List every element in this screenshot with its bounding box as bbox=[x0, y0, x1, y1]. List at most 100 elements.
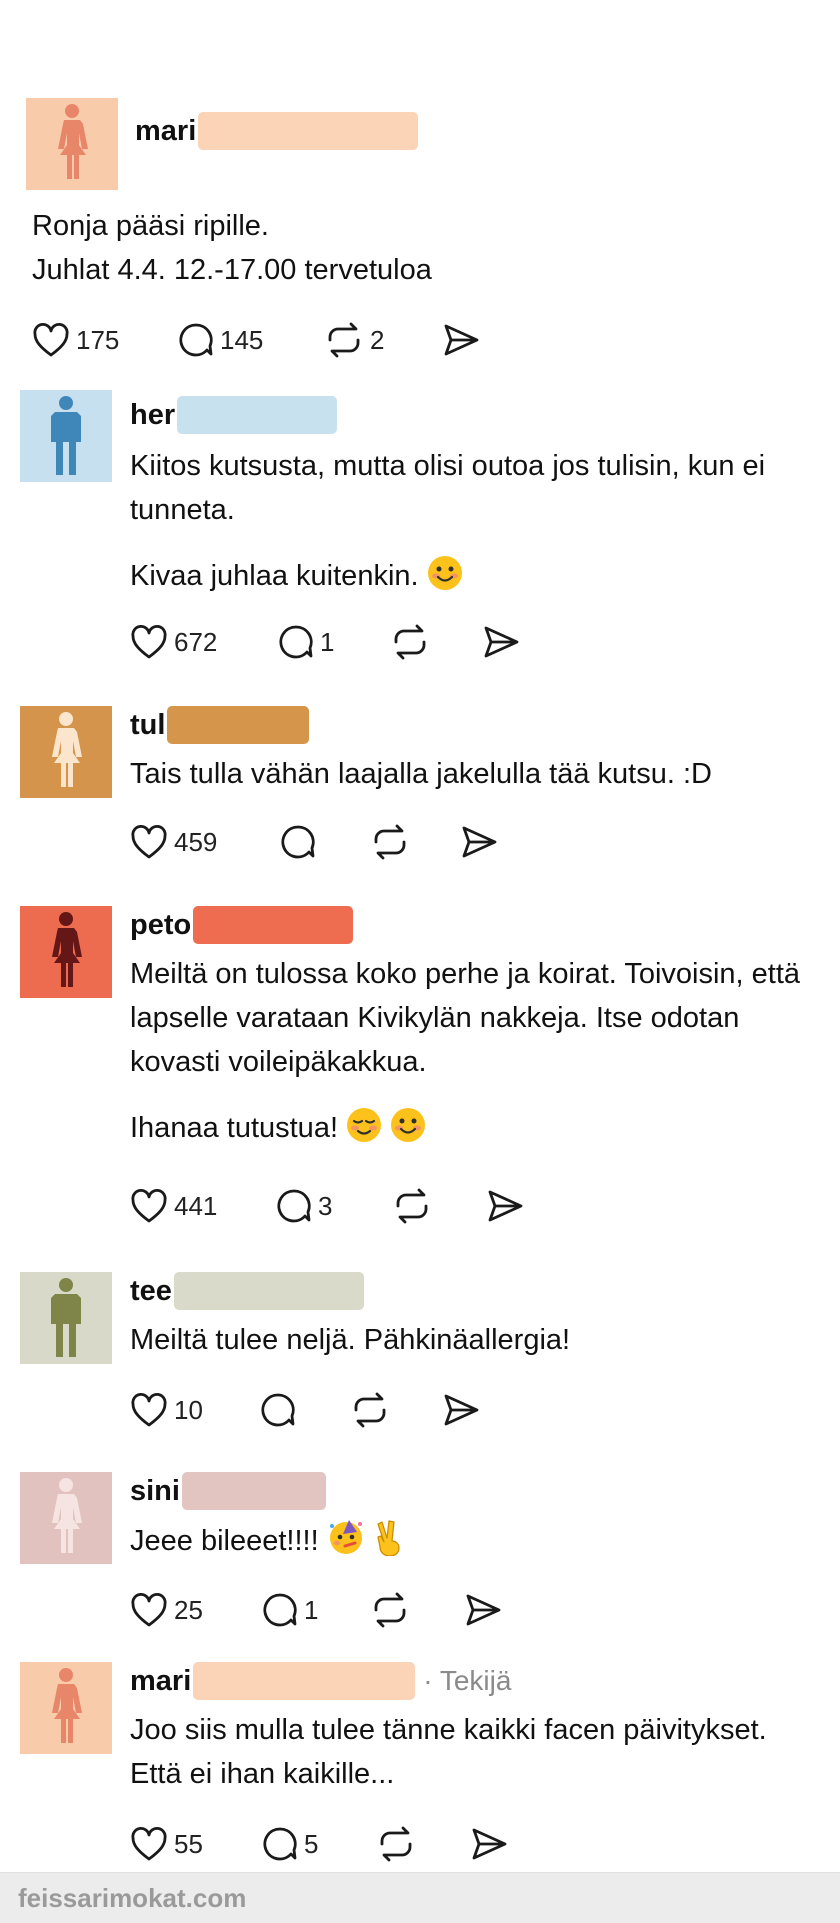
reply-actions: 10 bbox=[130, 1388, 550, 1432]
reply: peto Meiltä on tulossa koko perhe ja koi… bbox=[0, 900, 840, 1240]
heart-icon bbox=[131, 1392, 167, 1427]
repost-count: 2 bbox=[370, 324, 385, 355]
comment-icon bbox=[279, 625, 313, 659]
repost-button[interactable] bbox=[390, 620, 430, 664]
repost-button[interactable] bbox=[392, 1184, 432, 1228]
share-button[interactable] bbox=[442, 1388, 480, 1432]
man-figure-icon bbox=[51, 1278, 81, 1357]
watermark: feissarimokat.com bbox=[18, 1883, 247, 1913]
share-button[interactable] bbox=[442, 318, 480, 362]
send-icon bbox=[444, 1394, 479, 1426]
comment-count: 1 bbox=[320, 626, 335, 657]
avatar[interactable] bbox=[26, 98, 118, 190]
share-button[interactable] bbox=[486, 1184, 524, 1228]
heart-icon bbox=[131, 1592, 167, 1627]
smiling-face-icon bbox=[391, 1108, 426, 1142]
comment-button[interactable] bbox=[260, 1388, 296, 1432]
username[interactable]: peto bbox=[130, 906, 354, 944]
username[interactable]: her bbox=[130, 396, 338, 434]
username[interactable]: mari bbox=[135, 112, 419, 150]
author-tag: · Tekijä bbox=[423, 1665, 512, 1696]
like-button[interactable]: 441 bbox=[130, 1184, 217, 1228]
share-button[interactable] bbox=[470, 1822, 508, 1866]
username[interactable]: sini bbox=[130, 1472, 326, 1510]
username-redaction bbox=[173, 1272, 364, 1310]
like-count: 175 bbox=[76, 324, 120, 355]
man-figure-icon bbox=[51, 396, 81, 475]
username[interactable]: mari · Tekijä bbox=[130, 1662, 511, 1700]
reply: tee Meiltä tulee neljä. Pähkinäallergia!… bbox=[0, 1266, 840, 1446]
comment-button[interactable]: 1 bbox=[262, 1588, 318, 1632]
comment-icon bbox=[281, 825, 315, 859]
like-button[interactable]: 672 bbox=[130, 620, 217, 664]
like-count: 25 bbox=[174, 1594, 203, 1625]
comment-button[interactable]: 1 bbox=[278, 620, 334, 664]
reply-text: Kiitos kutsusta, mutta olisi outoa jos t… bbox=[130, 450, 766, 592]
reply-actions: 25 1 bbox=[130, 1588, 550, 1632]
reply-text: Jeee bileeet!!!! bbox=[130, 1518, 810, 1563]
comment-count: 145 bbox=[220, 324, 264, 355]
repost-button[interactable] bbox=[370, 1588, 410, 1632]
repost-button[interactable]: 2 bbox=[324, 318, 384, 362]
smiling-face-icon bbox=[427, 556, 462, 590]
share-button[interactable] bbox=[464, 1588, 502, 1632]
woman-figure-icon bbox=[52, 1668, 82, 1743]
repost-button[interactable] bbox=[370, 820, 410, 864]
reply: her Kiitos kutsusta, mutta olisi outoa j… bbox=[0, 384, 840, 674]
username-redaction bbox=[193, 1662, 416, 1700]
heart-icon bbox=[131, 1188, 167, 1223]
repost-button[interactable] bbox=[350, 1388, 390, 1432]
avatar[interactable] bbox=[20, 390, 112, 482]
send-icon bbox=[488, 1190, 523, 1222]
username-redaction bbox=[198, 112, 419, 150]
post-text: Ronja pääsi ripille. Juhlat 4.4. 12.-17.… bbox=[32, 210, 432, 286]
like-button[interactable]: 459 bbox=[130, 820, 217, 864]
like-button[interactable]: 55 bbox=[130, 1822, 203, 1866]
username-redaction bbox=[177, 396, 338, 434]
original-post: mari Ronja pääsi ripille. Juhlat 4.4. 12… bbox=[0, 0, 840, 370]
reply-actions: 672 1 bbox=[130, 620, 550, 664]
send-icon bbox=[472, 1828, 507, 1860]
like-count: 459 bbox=[174, 826, 218, 857]
username[interactable]: tee bbox=[130, 1272, 364, 1310]
comment-button[interactable] bbox=[280, 820, 316, 864]
like-button[interactable]: 10 bbox=[130, 1388, 203, 1432]
comment-count: 1 bbox=[304, 1594, 319, 1625]
repost-button[interactable] bbox=[376, 1822, 416, 1866]
reply-actions: 55 5 bbox=[130, 1822, 550, 1866]
avatar[interactable] bbox=[20, 906, 112, 998]
reply: tul Tais tulla vähän laajalla jakelulla … bbox=[0, 700, 840, 880]
comment-icon bbox=[261, 1393, 295, 1427]
heart-icon bbox=[33, 322, 69, 357]
like-button[interactable]: 25 bbox=[130, 1588, 203, 1632]
like-count: 10 bbox=[174, 1394, 203, 1425]
heart-icon bbox=[131, 1826, 167, 1861]
comment-button[interactable]: 5 bbox=[262, 1822, 318, 1866]
comment-button[interactable]: 145 bbox=[178, 318, 263, 362]
reply-actions: 441 3 bbox=[130, 1184, 550, 1228]
username-redaction bbox=[181, 1472, 326, 1510]
avatar[interactable] bbox=[20, 706, 112, 798]
comment-button[interactable]: 3 bbox=[276, 1184, 332, 1228]
repost-icon bbox=[396, 1188, 428, 1224]
username-redaction bbox=[193, 906, 354, 944]
watermark-bar: feissarimokat.com bbox=[0, 1872, 840, 1923]
reply: mari · Tekijä Joo siis mulla tulee tänne… bbox=[0, 1656, 840, 1876]
like-count: 55 bbox=[174, 1828, 203, 1859]
repost-icon bbox=[374, 824, 406, 860]
woman-figure-icon bbox=[52, 712, 82, 787]
share-button[interactable] bbox=[482, 620, 520, 664]
party-face-icon bbox=[329, 1520, 362, 1554]
comment-icon bbox=[263, 1827, 297, 1861]
comment-count: 5 bbox=[304, 1828, 319, 1859]
avatar[interactable] bbox=[20, 1272, 112, 1364]
share-button[interactable] bbox=[460, 820, 498, 864]
avatar[interactable] bbox=[20, 1472, 112, 1564]
avatar[interactable] bbox=[20, 1662, 112, 1754]
woman-figure-icon bbox=[58, 104, 88, 179]
reply-text: Meiltä on tulossa koko perhe ja koirat. … bbox=[130, 958, 801, 1144]
username-redaction bbox=[167, 706, 310, 744]
like-count: 672 bbox=[174, 626, 218, 657]
like-button[interactable]: 175 bbox=[32, 318, 119, 362]
username[interactable]: tul bbox=[130, 706, 310, 744]
